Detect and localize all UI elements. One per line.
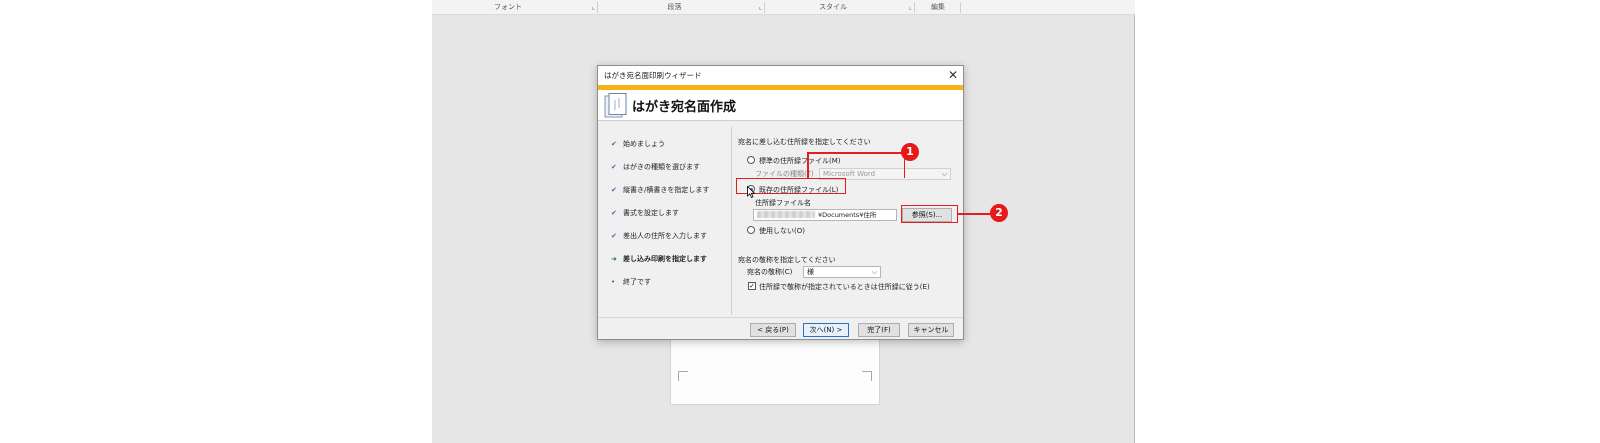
dialog-launcher-icon[interactable]: ⌞: [909, 0, 912, 15]
dialog-title: はがき宛名面印刷ウィザード: [604, 71, 702, 80]
crop-mark-right: [862, 371, 872, 381]
leader-line-2: [958, 213, 991, 215]
ribbon-group-label: スタイル: [819, 3, 847, 11]
postcard-icon: [604, 93, 627, 118]
leader-line-1-vertical: [807, 152, 809, 179]
arrow-right-icon: ➜: [611, 255, 617, 263]
back-button[interactable]: < 戻る(P): [750, 323, 796, 337]
honorific-value: 様: [807, 268, 814, 276]
step-badge-1: 1: [901, 143, 919, 161]
step-badge-2: 2: [990, 204, 1008, 222]
group-separator: [960, 2, 961, 13]
step-label: 差出人の住所を入力します: [623, 232, 707, 240]
step-label: 差し込み印刷を指定します: [623, 255, 707, 263]
finish-button[interactable]: 完了(F): [858, 323, 900, 337]
dialog-banner: はがき宛名面作成: [598, 85, 963, 121]
chevron-down-icon: ⌵: [941, 170, 947, 178]
redacted-path: [757, 211, 815, 218]
follow-address-checkbox[interactable]: ✓: [748, 282, 756, 290]
pane-divider: [731, 127, 732, 315]
step-label: はがきの種類を選びます: [623, 163, 700, 171]
filename-label: 住所録ファイル名: [755, 199, 811, 207]
follow-address-label: 住所録で敬称が指定されているときは住所録に従う(E): [759, 283, 930, 291]
checkmark-icon: ✔: [611, 140, 617, 148]
crop-mark-left: [678, 371, 688, 381]
step-item-current: ➜ 差し込み印刷を指定します: [611, 254, 707, 264]
honorific-select[interactable]: 様 ⌵: [803, 266, 881, 278]
step-label: 書式を設定します: [623, 209, 679, 217]
ribbon-group-style: スタイル ⌞: [765, 0, 915, 15]
honorific-heading: 宛名の敬称を指定してください: [738, 256, 836, 264]
ribbon-group-paragraph: 段落 ⌞: [598, 0, 765, 15]
step-item: • 終了です: [611, 277, 651, 287]
document-page[interactable]: [670, 338, 880, 405]
dialog-launcher-icon[interactable]: ⌞: [592, 0, 595, 15]
ribbon-group-font: フォント ⌞: [432, 0, 598, 15]
honorific-label: 宛名の敬称(C): [747, 268, 793, 276]
leader-line-1: [808, 152, 902, 154]
radio-standard-address[interactable]: [747, 156, 755, 164]
radio-no-address[interactable]: [747, 226, 755, 234]
checkmark-icon: ✔: [611, 163, 617, 171]
step-item: ✔ はがきの種類を選びます: [611, 162, 700, 172]
step-item: ✔ 縦書き/横書きを指定します: [611, 185, 709, 195]
cancel-button[interactable]: キャンセル: [908, 323, 954, 337]
ribbon-group-label: フォント: [494, 3, 522, 11]
checkmark-icon: ✔: [611, 209, 617, 217]
next-button[interactable]: 次へ(N) >: [803, 323, 849, 337]
radio-none-label: 使用しない(O): [759, 227, 805, 235]
bullet-icon: •: [611, 278, 616, 286]
dialog-launcher-icon[interactable]: ⌞: [759, 0, 762, 15]
postcard-wizard-dialog: はがき宛名面印刷ウィザード ✕ はがき宛名面作成 ✔ 始めましょう ✔ はがきの種類…: [597, 65, 964, 340]
filename-input[interactable]: ¥Documents¥住所録.xlsx: [753, 209, 897, 221]
ribbon-group-labels: フォント ⌞ 段落 ⌞ スタイル ⌞ 編集: [432, 0, 1135, 15]
dialog-button-row: < 戻る(P) 次へ(N) > 完了(F) キャンセル: [598, 317, 963, 339]
checkmark-icon: ✔: [611, 186, 617, 194]
close-icon[interactable]: ✕: [948, 67, 958, 83]
ribbon-group-label: 段落: [667, 3, 682, 11]
step-label: 始めましょう: [623, 140, 665, 148]
ribbon-group-label: 編集: [931, 3, 945, 11]
wizard-steps: ✔ 始めましょう ✔ はがきの種類を選びます ✔ 縦書き/横書きを指定します ✔ 書式を…: [598, 127, 729, 317]
highlight-connector-1: [807, 153, 905, 178]
address-heading: 宛名に差し込む住所録を指定してください: [738, 138, 871, 146]
highlight-browse-button: [901, 205, 958, 223]
screenshot-stage: フォント ⌞ 段落 ⌞ スタイル ⌞ 編集 はがき宛名面印刷ウィザード ✕ はが…: [0, 0, 1600, 443]
mouse-cursor-icon: [747, 186, 755, 198]
step-item: ✔ 始めましょう: [611, 139, 665, 149]
step-item: ✔ 差出人の住所を入力します: [611, 231, 707, 241]
banner-title: はがき宛名面作成: [632, 100, 737, 115]
dialog-titlebar[interactable]: はがき宛名面印刷ウィザード ✕: [598, 66, 963, 85]
step-label: 終了です: [623, 278, 651, 286]
chevron-down-icon: ⌵: [871, 268, 877, 276]
ribbon-group-edit: 編集: [915, 0, 961, 15]
step-label: 縦書き/横書きを指定します: [623, 186, 710, 194]
step-item: ✔ 書式を設定します: [611, 208, 679, 218]
checkmark-icon: ✔: [611, 232, 617, 240]
